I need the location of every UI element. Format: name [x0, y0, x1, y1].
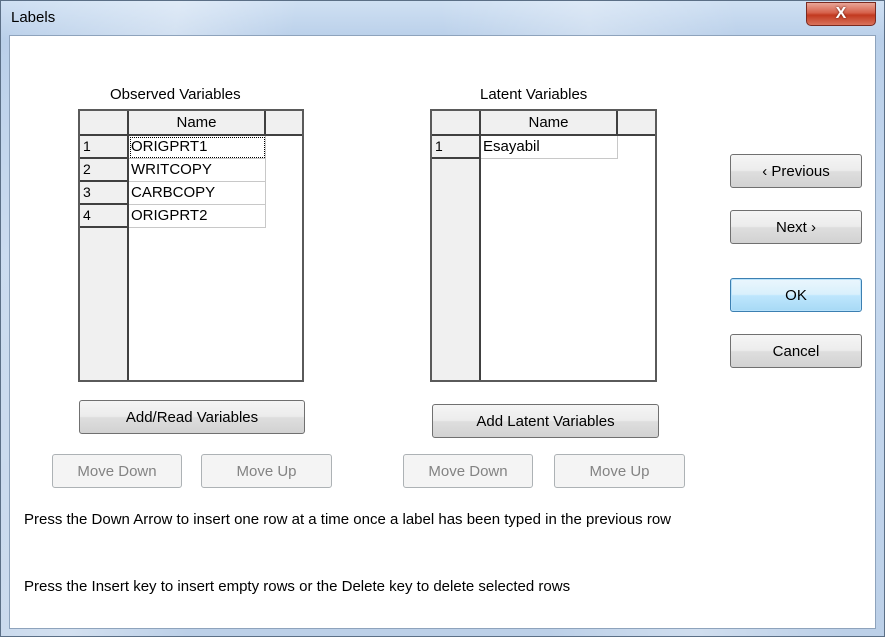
row-number[interactable]: 2: [80, 159, 129, 182]
row-number[interactable]: 1: [432, 136, 481, 159]
latent-variables-title: Latent Variables: [480, 86, 588, 103]
dialog-client-area: Observed Variables Name 1 ORIGPRT1 2 WRI…: [9, 35, 876, 629]
name-column-header[interactable]: Name: [481, 111, 618, 136]
hint-insert-delete: Press the Insert key to insert empty row…: [24, 578, 571, 595]
corner-header-cell: [432, 111, 481, 136]
labels-dialog: Labels X Observed Variables Name 1 ORIGP…: [0, 0, 885, 637]
add-read-variables-button[interactable]: Add/Read Variables: [79, 400, 305, 434]
name-column-header[interactable]: Name: [129, 111, 266, 136]
close-icon: X: [835, 5, 847, 22]
observed-name-cell[interactable]: ORIGPRT1: [129, 136, 266, 159]
add-latent-variables-button[interactable]: Add Latent Variables: [432, 404, 659, 438]
latent-move-down-button[interactable]: Move Down: [403, 454, 533, 488]
ok-button[interactable]: OK: [730, 278, 862, 312]
latent-move-up-button[interactable]: Move Up: [554, 454, 685, 488]
next-button[interactable]: Next ›: [730, 210, 862, 244]
close-button[interactable]: X: [806, 2, 876, 26]
observed-move-up-button[interactable]: Move Up: [201, 454, 332, 488]
row-number[interactable]: 3: [80, 182, 129, 205]
latent-variables-grid[interactable]: Name 1 Esayabil: [430, 109, 657, 382]
title-bar[interactable]: Labels X: [1, 1, 884, 35]
observed-name-cell[interactable]: WRITCOPY: [129, 159, 266, 182]
previous-button[interactable]: ‹ Previous: [730, 154, 862, 188]
observed-name-cell[interactable]: ORIGPRT2: [129, 205, 266, 228]
observed-move-down-button[interactable]: Move Down: [52, 454, 182, 488]
cancel-button[interactable]: Cancel: [730, 334, 862, 368]
observed-name-cell[interactable]: CARBCOPY: [129, 182, 266, 205]
extra-column-header: [618, 111, 655, 136]
corner-header-cell: [80, 111, 129, 136]
row-number[interactable]: 4: [80, 205, 129, 228]
extra-column-header: [266, 111, 302, 136]
row-number[interactable]: 1: [80, 136, 129, 159]
observed-variables-title: Observed Variables: [110, 86, 241, 103]
hint-down-arrow: Press the Down Arrow to insert one row a…: [24, 511, 672, 528]
window-title: Labels: [11, 9, 56, 26]
latent-name-cell[interactable]: Esayabil: [481, 136, 618, 159]
observed-variables-grid[interactable]: Name 1 ORIGPRT1 2 WRITCOPY 3 CARBCOPY 4 …: [78, 109, 304, 382]
